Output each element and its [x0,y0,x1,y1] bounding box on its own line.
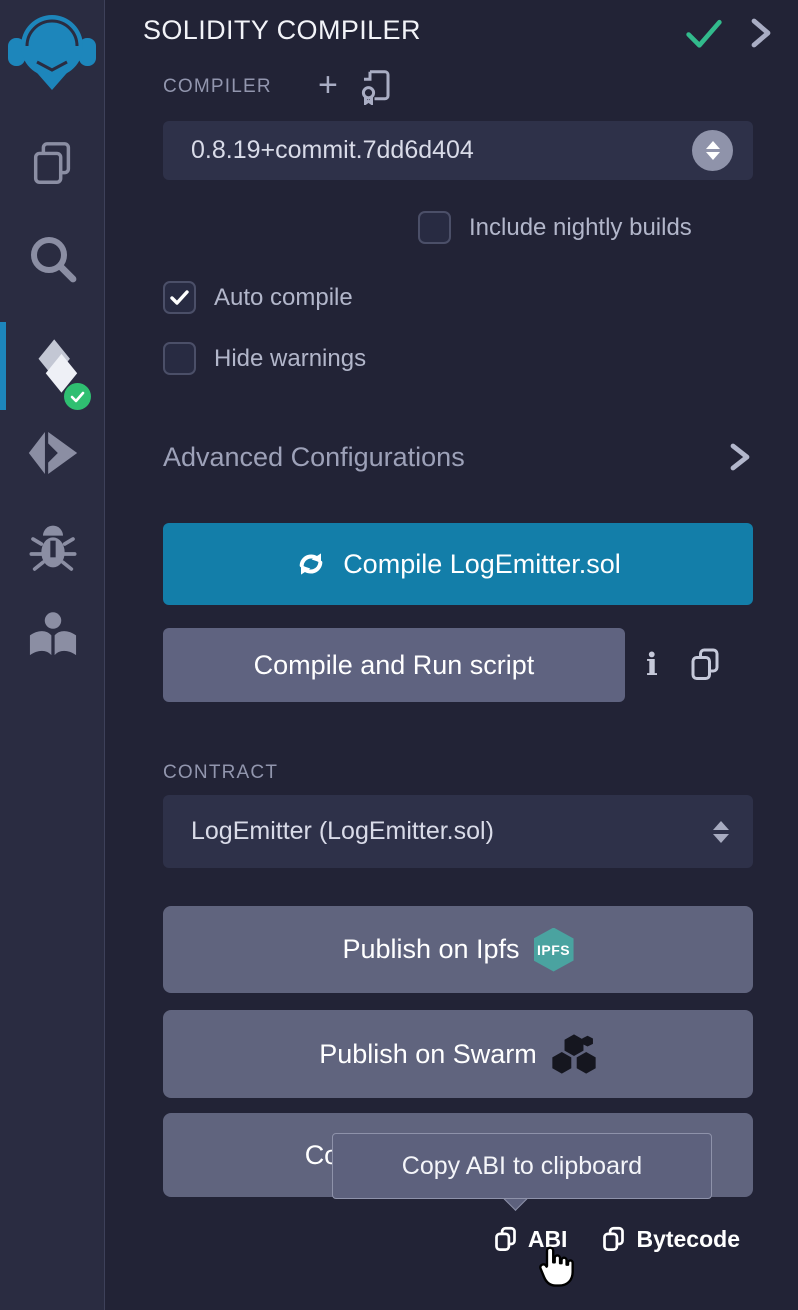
page-title: SOLIDITY COMPILER [143,15,421,46]
swarm-icon [551,1033,597,1075]
copy-abi-tooltip: Copy ABI to clipboard [332,1133,712,1199]
copy-bytecode-label: Bytecode [636,1226,740,1253]
icon-sidebar [0,0,105,1310]
info-icon[interactable]: i [646,650,658,681]
search-icon [26,232,80,286]
publish-ipfs-button[interactable]: Publish on Ipfs IPFS [163,906,753,993]
contract-section-label: CONTRACT [163,762,278,784]
publish-swarm-button[interactable]: Publish on Swarm [163,1010,753,1098]
advanced-configurations-toggle[interactable]: Advanced Configurations [163,440,753,474]
sidebar-item-learneth[interactable] [0,605,105,669]
publish-ipfs-label: Publish on Ipfs [342,934,519,965]
select-updown-icon [713,821,729,843]
copy-abi-button[interactable]: ABI [493,1226,568,1253]
compiler-version-value: 0.8.19+commit.7dd6d404 [191,136,474,165]
sidebar-item-search[interactable] [0,228,105,290]
remix-logo [7,6,97,98]
advanced-configurations-label: Advanced Configurations [163,442,465,473]
copy-bytecode-button[interactable]: Bytecode [601,1226,740,1253]
auto-compile-label: Auto compile [214,284,353,312]
refresh-icon [295,548,327,580]
compiler-license-icon[interactable] [358,67,394,110]
publish-swarm-label: Publish on Swarm [319,1039,537,1070]
compile-and-run-button[interactable]: Compile and Run script [163,628,625,702]
copy-icon [601,1226,626,1253]
bug-icon [28,524,78,574]
nightly-builds-checkbox-row[interactable]: Include nightly builds [418,211,692,244]
contract-select-value: LogEmitter (LogEmitter.sol) [191,817,494,846]
copy-script-icon[interactable] [688,647,722,683]
select-updown-icon [692,130,733,171]
check-icon [170,290,189,306]
copy-row: ABI Bytecode [493,1226,740,1253]
compile-success-badge [64,383,91,410]
sidebar-item-deploy-run[interactable] [0,420,105,486]
nightly-builds-checkbox[interactable] [418,211,451,244]
compile-and-run-label: Compile and Run script [254,650,535,681]
compile-button[interactable]: Compile LogEmitter.sol [163,523,753,605]
add-compiler-icon[interactable]: + [318,68,338,102]
copy-icon [493,1226,518,1253]
auto-compile-checkbox-row[interactable]: Auto compile [163,281,353,314]
hide-warnings-checkbox-row[interactable]: Hide warnings [163,342,366,375]
compile-success-check-icon [684,16,724,55]
deploy-run-icon [24,427,82,479]
copy-abi-label: ABI [528,1226,568,1253]
sidebar-item-solidity-compiler[interactable] [0,328,105,404]
sidebar-item-file-explorer[interactable] [0,135,105,193]
mouse-cursor-pointer-icon [534,1246,576,1297]
solidity-compiler-panel: SOLIDITY COMPILER COMPILER + 0.8.19+comm… [106,0,798,1310]
nightly-builds-label: Include nightly builds [469,214,692,242]
compiler-version-select[interactable]: 0.8.19+commit.7dd6d404 [163,121,753,180]
contract-select[interactable]: LogEmitter (LogEmitter.sol) [163,795,753,868]
panel-collapse-chevron-icon[interactable] [746,15,774,56]
chevron-right-icon [727,440,753,474]
compiler-section-label: COMPILER [163,76,272,98]
files-icon [28,138,78,190]
ipfs-icon: IPFS [534,928,574,972]
hide-warnings-checkbox[interactable] [163,342,196,375]
auto-compile-checkbox[interactable] [163,281,196,314]
compile-button-label: Compile LogEmitter.sol [343,549,621,580]
sidebar-item-debugger[interactable] [0,520,105,578]
book-reader-icon [25,609,81,665]
hide-warnings-label: Hide warnings [214,345,366,373]
